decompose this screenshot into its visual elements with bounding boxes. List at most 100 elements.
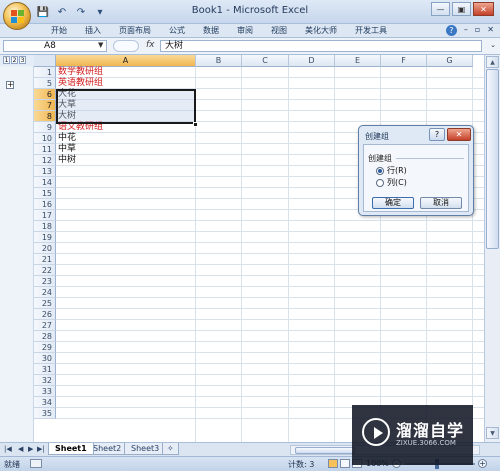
sheet-tab-1[interactable]: Sheet1 — [48, 443, 94, 455]
row-header[interactable]: 6 — [34, 89, 56, 100]
row-header[interactable]: 12 — [34, 155, 56, 166]
row-header[interactable]: 23 — [34, 276, 56, 287]
row-header[interactable]: 19 — [34, 232, 56, 243]
row-header[interactable]: 29 — [34, 342, 56, 353]
cell[interactable]: 中草 — [58, 144, 76, 155]
column-header[interactable]: D — [289, 55, 335, 67]
row-header[interactable]: 25 — [34, 298, 56, 309]
dialog-close-button[interactable]: ✕ — [447, 128, 471, 141]
vertical-scroll-thumb[interactable] — [486, 69, 499, 249]
row-header[interactable]: 11 — [34, 144, 56, 155]
outline-level-2-button[interactable]: 2 — [11, 56, 18, 64]
row-header[interactable]: 20 — [34, 243, 56, 254]
tab-beautify[interactable]: 美化大师 — [296, 25, 346, 37]
row-header[interactable]: 26 — [34, 309, 56, 320]
row-header[interactable]: 28 — [34, 331, 56, 342]
prev-sheet-icon[interactable]: ◀ — [18, 445, 23, 453]
row-header[interactable]: 21 — [34, 254, 56, 265]
formula-input[interactable]: 大树 — [160, 40, 482, 52]
horizontal-scroll-thumb[interactable] — [295, 447, 355, 454]
column-header[interactable]: A — [56, 55, 196, 67]
row-header[interactable]: 34 — [34, 397, 56, 408]
scroll-up-icon[interactable]: ▲ — [486, 56, 499, 68]
select-all-corner[interactable] — [34, 55, 56, 67]
page-layout-view-icon[interactable] — [340, 459, 350, 468]
row-header[interactable]: 22 — [34, 265, 56, 276]
minimize-button[interactable]: — — [431, 2, 450, 16]
close-button[interactable]: ✕ — [473, 2, 494, 16]
tab-review[interactable]: 审阅 — [228, 25, 262, 37]
columns-option[interactable]: 列(C) — [376, 177, 407, 188]
name-box[interactable]: A8 — [3, 40, 107, 52]
expand-group-icon[interactable]: + — [6, 81, 14, 89]
expand-formula-bar-icon[interactable]: ⌄ — [490, 41, 496, 49]
sheet-tab-3[interactable]: Sheet3 — [124, 443, 167, 455]
ribbon-minimize-button[interactable]: – — [464, 25, 468, 36]
row-header[interactable]: 9 — [34, 122, 56, 133]
fill-handle[interactable] — [193, 122, 198, 127]
column-header[interactable]: B — [196, 55, 242, 67]
worksheet-grid[interactable]: ABCDEFG 1 5 6 7 8 9 10 11 12 13 14 15 16 17 18 19 20 21 22… — [34, 55, 484, 442]
name-box-dropdown-icon[interactable]: ▼ — [98, 41, 103, 49]
dialog-help-button[interactable]: ? — [429, 128, 445, 141]
first-sheet-icon[interactable]: |◀ — [4, 445, 12, 453]
tab-data[interactable]: 数据 — [194, 25, 228, 37]
ok-button[interactable]: 确定 — [372, 197, 414, 209]
rows-radio[interactable] — [376, 166, 384, 175]
row-header[interactable]: 24 — [34, 287, 56, 298]
cell[interactable]: 数学教研组 — [58, 67, 103, 78]
formula-bar-buttons[interactable] — [113, 40, 139, 52]
rows-option[interactable]: 行(R) — [376, 165, 407, 176]
tab-home[interactable]: 开始 — [42, 25, 76, 37]
scroll-down-icon[interactable]: ▼ — [486, 427, 499, 439]
columns-radio[interactable] — [376, 178, 384, 187]
row-header[interactable]: 30 — [34, 353, 56, 364]
row-header[interactable]: 27 — [34, 320, 56, 331]
help-icon[interactable]: ? — [445, 25, 457, 36]
row-header[interactable]: 8 — [34, 111, 56, 122]
ribbon-restore-button[interactable]: ▫ — [475, 25, 480, 36]
next-sheet-icon[interactable]: ▶ — [28, 445, 33, 453]
column-header[interactable]: E — [335, 55, 381, 67]
office-button[interactable] — [3, 2, 31, 30]
cell[interactable]: 英语教研组 — [58, 78, 103, 89]
ribbon-close-button[interactable]: ✕ — [487, 25, 494, 36]
row-header[interactable]: 5 — [34, 78, 56, 89]
row-header[interactable]: 1 — [34, 67, 56, 78]
row-header[interactable]: 15 — [34, 188, 56, 199]
row-header[interactable]: 32 — [34, 375, 56, 386]
row-header[interactable]: 7 — [34, 100, 56, 111]
column-header[interactable]: C — [242, 55, 289, 67]
tab-insert[interactable]: 插入 — [76, 25, 110, 37]
row-header[interactable]: 35 — [34, 408, 56, 419]
row-header[interactable]: 10 — [34, 133, 56, 144]
row-header[interactable]: 33 — [34, 386, 56, 397]
insert-function-icon[interactable]: fx — [146, 40, 155, 50]
last-sheet-icon[interactable]: ▶| — [37, 445, 45, 453]
outline-level-1-button[interactable]: 1 — [3, 56, 10, 64]
row-header[interactable]: 14 — [34, 177, 56, 188]
tab-view[interactable]: 视图 — [262, 25, 296, 37]
vertical-scrollbar[interactable]: ▲ ▼ — [484, 55, 500, 442]
insert-sheet-icon[interactable]: ✧ — [162, 443, 179, 455]
selected-range — [56, 89, 196, 124]
cell[interactable]: 中花 — [58, 133, 76, 144]
tab-formulas[interactable]: 公式 — [160, 25, 194, 37]
column-header[interactable]: G — [427, 55, 473, 67]
row-header[interactable]: 17 — [34, 210, 56, 221]
row-header[interactable]: 31 — [34, 364, 56, 375]
row-header[interactable]: 18 — [34, 221, 56, 232]
tab-page-layout[interactable]: 页面布局 — [110, 25, 160, 37]
outline-level-3-button[interactable]: 3 — [19, 56, 26, 64]
cancel-button[interactable]: 取消 — [420, 197, 462, 209]
zoom-in-icon[interactable]: + — [478, 459, 487, 468]
restore-button[interactable]: ▣ — [452, 2, 471, 16]
column-header[interactable]: F — [381, 55, 427, 67]
row-header[interactable]: 16 — [34, 199, 56, 210]
cell[interactable]: 中树 — [58, 155, 76, 166]
macro-record-icon[interactable] — [30, 459, 42, 468]
tab-developer[interactable]: 开发工具 — [346, 25, 396, 37]
normal-view-icon[interactable] — [328, 459, 338, 468]
rows-option-label: 行(R) — [387, 166, 407, 175]
row-header[interactable]: 13 — [34, 166, 56, 177]
